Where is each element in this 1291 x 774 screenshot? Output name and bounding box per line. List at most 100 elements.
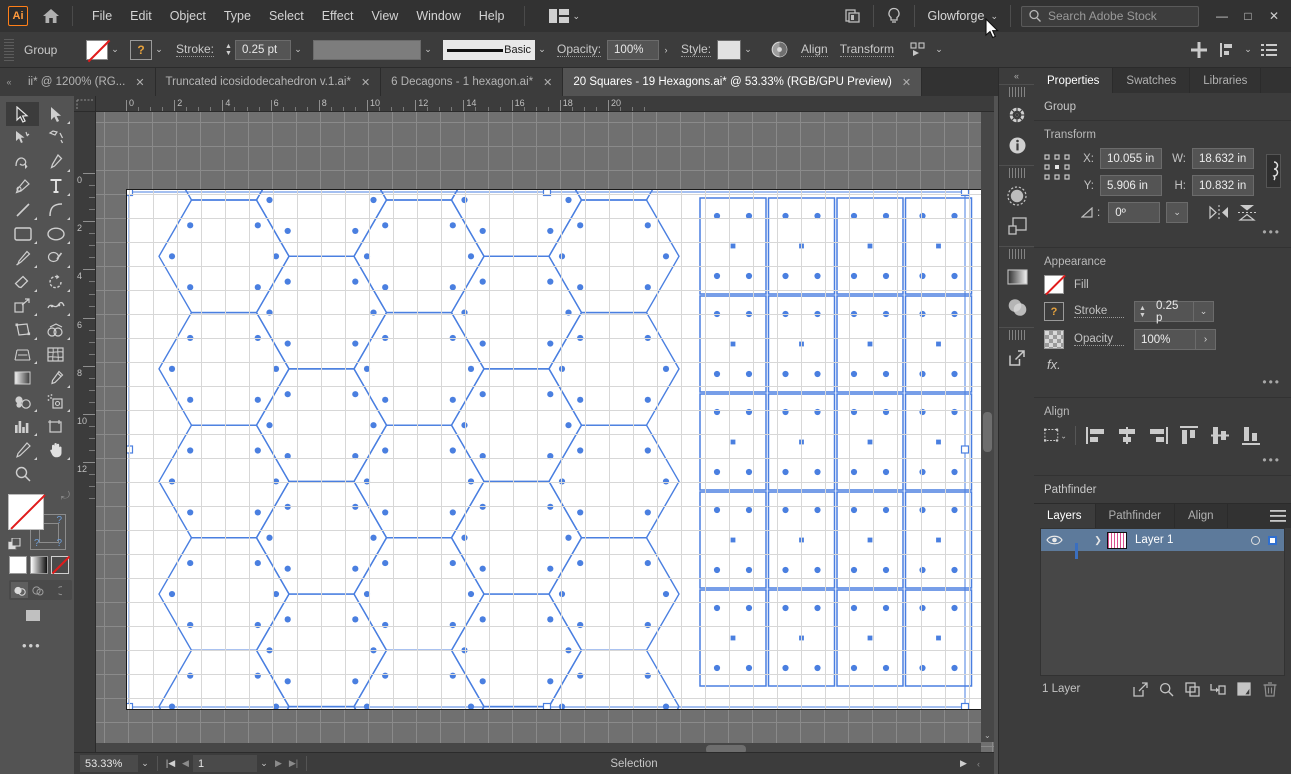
stroke-weight-dropdown-icon[interactable]: ⌄ <box>291 40 305 60</box>
gradient-tool[interactable] <box>6 366 39 390</box>
info-icon[interactable] <box>999 130 1035 161</box>
export-icon[interactable] <box>999 342 1035 373</box>
artboard[interactable] <box>126 189 990 710</box>
align-horizontal-center-button[interactable] <box>1116 425 1138 445</box>
rotate-tool[interactable] <box>39 270 72 294</box>
transparency-icon[interactable] <box>999 292 1035 323</box>
adobe-stock-search[interactable]: Search Adobe Stock <box>1021 5 1199 27</box>
opacity-label[interactable]: Opacity <box>1074 333 1124 346</box>
document-tab-3[interactable]: 20 Squares - 19 Hexagons.ai* @ 53.33% (R… <box>563 68 923 96</box>
select-similar-icon[interactable] <box>904 38 932 62</box>
menu-view[interactable]: View <box>362 6 407 26</box>
align-more-options[interactable]: ••• <box>1044 453 1281 467</box>
w-field[interactable]: 18.632 in <box>1192 148 1254 169</box>
draw-normal-mode[interactable] <box>11 582 28 598</box>
variable-width-profile[interactable]: Basic <box>443 39 536 60</box>
appearance-more-options[interactable]: ••• <box>1044 375 1281 389</box>
lightbulb-icon[interactable] <box>880 4 908 28</box>
align-left-button[interactable] <box>1085 425 1107 445</box>
stroke-weight-dropdown-icon[interactable]: ⌄ <box>1194 301 1214 322</box>
dock-grip-2[interactable] <box>1008 168 1025 178</box>
constrain-proportions-button[interactable] <box>1266 154 1281 188</box>
zoom-level-field[interactable]: 53.33% <box>80 755 138 772</box>
transform-button[interactable]: Transform <box>839 42 894 57</box>
add-anchor-point-tool[interactable] <box>6 174 39 198</box>
menu-edit[interactable]: Edit <box>121 6 161 26</box>
stroke-swatch[interactable]: ? <box>130 39 152 60</box>
flip-horizontal-icon[interactable] <box>1208 203 1230 223</box>
blend-tool[interactable] <box>6 390 39 414</box>
status-collapse-arrow[interactable]: ‹ <box>971 755 986 772</box>
document-tab-2[interactable]: 6 Decagons - 1 hexagon.ai* ✕ <box>381 68 564 96</box>
transform-more-options[interactable]: ••• <box>1044 225 1281 239</box>
tab-align[interactable]: Align <box>1174 504 1228 528</box>
stroke-stepper[interactable]: ▲ ▼ <box>222 40 235 60</box>
target-circle-icon[interactable] <box>1251 535 1260 545</box>
menu-help[interactable]: Help <box>470 6 514 26</box>
eyedropper-tool[interactable] <box>39 366 72 390</box>
document-tab-1[interactable]: Truncated icosidodecahedron v.1.ai* ✕ <box>155 68 382 96</box>
ellipse-tool[interactable] <box>39 222 72 246</box>
y-field[interactable]: 5.906 in <box>1100 175 1162 196</box>
pen-tool[interactable] <box>39 150 72 174</box>
artboard-number-field[interactable]: 1 <box>193 755 257 772</box>
screen-mode-button[interactable] <box>22 608 46 628</box>
last-artboard-button[interactable]: ▶| <box>286 755 301 772</box>
align-bottom-button[interactable] <box>1240 425 1262 445</box>
curvature-tool[interactable] <box>6 150 39 174</box>
arrange-documents-button[interactable]: ⌄ <box>545 7 585 25</box>
hand-tool[interactable] <box>39 438 72 462</box>
appearance-opacity-field[interactable]: 100% <box>1134 329 1196 350</box>
draw-inside-mode[interactable] <box>47 582 64 598</box>
locate-object-icon[interactable] <box>1153 682 1179 697</box>
new-sublayer-icon[interactable] <box>1205 682 1231 697</box>
h-field[interactable]: 10.832 in <box>1192 175 1254 196</box>
appearance-fill-swatch[interactable] <box>1044 275 1064 294</box>
magic-wand-tool[interactable] <box>6 126 39 150</box>
scroll-down-arrow[interactable]: ⌄ <box>984 731 991 740</box>
chevron-right-icon[interactable]: ❯ <box>1089 535 1107 546</box>
distribute-spacing-icon[interactable] <box>1185 38 1213 62</box>
align-right-button[interactable] <box>1147 425 1169 445</box>
layers-shape-icon[interactable] <box>999 211 1035 242</box>
swap-fill-stroke-icon[interactable]: ⤾ <box>61 490 70 503</box>
align-button[interactable]: Align <box>801 42 828 57</box>
dock-grip-3[interactable] <box>1008 249 1025 259</box>
control-bar-menu-icon[interactable] <box>1255 38 1283 62</box>
artboard-tool[interactable] <box>39 414 72 438</box>
pencil-tool[interactable] <box>39 246 72 270</box>
align-top-button[interactable] <box>1178 425 1200 445</box>
tab-close-icon[interactable]: ✕ <box>361 76 370 89</box>
slice-tool[interactable] <box>6 438 39 462</box>
document-tab-0[interactable]: ii* @ 1200% (RG... ✕ <box>18 68 156 96</box>
stroke-weight-field[interactable]: 0.25 pt <box>235 39 292 60</box>
menu-effect[interactable]: Effect <box>313 6 363 26</box>
none-color-mode[interactable] <box>51 556 69 574</box>
release-to-layers-icon[interactable] <box>1127 681 1153 697</box>
menu-select[interactable]: Select <box>260 6 313 26</box>
scale-tool[interactable] <box>6 294 39 318</box>
graphic-style-swatch[interactable] <box>717 39 742 60</box>
selection-tool[interactable] <box>6 102 39 126</box>
status-menu-arrow[interactable]: ▶ <box>956 755 971 772</box>
vertical-scrollbar[interactable]: ⌄ <box>981 112 994 742</box>
reference-point-selector[interactable] <box>1044 154 1070 180</box>
arrange-layout-icon[interactable] <box>839 4 867 28</box>
make-sublayer-icon[interactable] <box>1179 681 1205 697</box>
edit-toolbar-button[interactable]: ••• <box>22 638 72 653</box>
lasso-tool[interactable] <box>39 126 72 150</box>
gradient-icon[interactable] <box>999 261 1035 292</box>
tab-libraries[interactable]: Libraries <box>1190 68 1262 93</box>
layer-name[interactable]: Layer 1 <box>1127 534 1251 546</box>
align-panel-dropdown-icon[interactable]: ⌄ <box>1241 40 1255 60</box>
tab-close-icon[interactable]: ✕ <box>902 76 911 89</box>
zoom-dropdown-icon[interactable]: ⌄ <box>138 754 152 774</box>
rectangle-tool[interactable] <box>6 222 39 246</box>
brush-definition-field[interactable] <box>313 39 422 60</box>
fill-dropdown-icon[interactable]: ⌄ <box>108 40 122 60</box>
layers-list[interactable]: ❯ Layer 1 <box>1040 528 1285 676</box>
profile-dropdown-icon[interactable]: ⌄ <box>535 40 549 60</box>
tab-close-icon[interactable]: ✕ <box>135 76 144 89</box>
opacity-label[interactable]: Opacity: <box>557 42 602 57</box>
hamburger-icon[interactable] <box>1265 504 1291 528</box>
